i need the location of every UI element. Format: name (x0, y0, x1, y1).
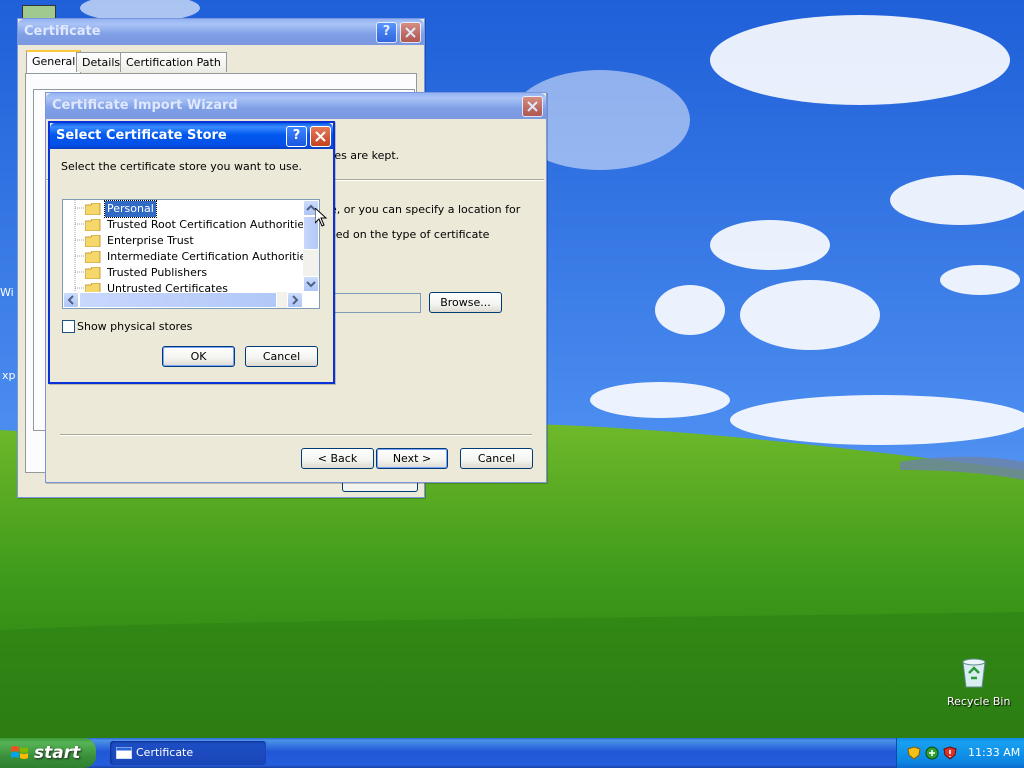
select-store-title: Select Certificate Store (56, 128, 227, 143)
show-physical-stores-checkbox[interactable] (62, 320, 75, 333)
store-item-label: Intermediate Certification Authorities (107, 250, 313, 263)
close-icon (405, 27, 416, 38)
chevron-down-icon (306, 281, 316, 288)
store-cancel-button[interactable]: Cancel (245, 346, 318, 367)
help-button[interactable]: ? (286, 126, 307, 147)
folder-icon (85, 235, 101, 247)
taskbar-item-label: Certificate (136, 746, 194, 759)
chevron-right-icon (292, 295, 299, 305)
network-icon[interactable] (925, 746, 939, 760)
help-icon: ? (292, 128, 301, 143)
import-wizard-titlebar[interactable]: Certificate Import Wizard (46, 93, 546, 119)
store-item-label: Trusted Root Certification Authorities (107, 218, 310, 231)
mouse-cursor-icon (315, 208, 327, 227)
wizard-close-button[interactable] (522, 96, 543, 117)
folder-icon (85, 251, 101, 263)
desktop-icon-label-partial[interactable]: xp (2, 369, 16, 382)
folder-icon (85, 219, 101, 231)
back-button[interactable]: < Back (301, 448, 374, 469)
start-button[interactable]: start (0, 738, 96, 768)
browse-button[interactable]: Browse... (429, 292, 502, 313)
store-path-field[interactable] (333, 293, 421, 313)
tab-details[interactable]: Details (76, 52, 127, 72)
chevron-left-icon (67, 295, 74, 305)
scroll-down-button[interactable] (303, 276, 319, 292)
show-physical-stores-label[interactable]: Show physical stores (77, 320, 192, 333)
help-button[interactable]: ? (376, 22, 397, 43)
close-button[interactable] (400, 22, 421, 43)
ok-button[interactable]: OK (162, 346, 235, 367)
tab-general[interactable]: General (26, 50, 82, 73)
store-tree[interactable]: Personal Trusted Root Certification Auth… (62, 199, 320, 309)
wizard-description-line: e, or you can specify a location for (330, 203, 521, 216)
store-instruction: Select the certificate store you want to… (61, 160, 303, 173)
tree-lines (74, 200, 85, 292)
horizontal-scroll-thumb[interactable] (79, 292, 277, 308)
close-icon (315, 131, 326, 142)
desktop-shortcut-icon[interactable] (22, 5, 56, 19)
windows-logo-icon (11, 746, 28, 759)
wizard-description-line: tes are kept. (330, 149, 400, 162)
close-icon (527, 101, 538, 112)
certificate-window-title: Certificate (24, 24, 101, 39)
wizard-cancel-button[interactable]: Cancel (460, 448, 533, 469)
recycle-bin-icon (962, 658, 986, 688)
certificate-titlebar[interactable]: Certificate (18, 19, 424, 45)
close-button[interactable] (310, 126, 331, 147)
recycle-bin-label: Recycle Bin (947, 695, 1011, 708)
tab-certification-path[interactable]: Certification Path (120, 52, 227, 72)
horizontal-scrollbar[interactable] (63, 292, 303, 308)
wizard-description-line: sed on the type of certificate (330, 228, 490, 241)
folder-icon (85, 267, 101, 279)
taskbar-item-certificate[interactable]: Certificate (110, 741, 266, 765)
store-item-label: Enterprise Trust (107, 234, 194, 247)
security-alert-icon[interactable] (943, 746, 957, 760)
scroll-right-button[interactable] (287, 292, 303, 308)
taskbar-clock[interactable]: 11:33 AM (968, 738, 1020, 768)
scroll-left-button[interactable] (63, 292, 79, 308)
window-icon (116, 747, 132, 759)
footer-divider-highlight (60, 435, 532, 436)
recycle-bin[interactable]: Recycle Bin (944, 656, 1010, 712)
store-item-label: Trusted Publishers (107, 266, 208, 279)
store-item-label: Personal (104, 200, 157, 218)
folder-icon (85, 203, 101, 215)
next-button[interactable]: Next > (376, 448, 448, 469)
desktop-icon-label-partial[interactable]: Wi (0, 286, 14, 299)
help-icon: ? (382, 24, 391, 39)
start-label: start (34, 743, 81, 763)
security-shield-icon[interactable] (907, 746, 921, 760)
import-wizard-title: Certificate Import Wizard (52, 98, 238, 113)
